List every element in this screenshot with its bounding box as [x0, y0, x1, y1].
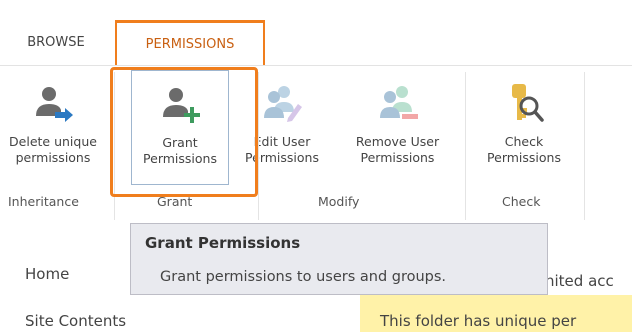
ribbon-divider: [0, 65, 632, 66]
grant-highlight-box: [110, 67, 258, 197]
remove-user-permissions-label: Remove User Permissions: [355, 134, 440, 165]
tooltip-title: Grant Permissions: [145, 234, 301, 252]
check-permissions-button[interactable]: Check Permissions: [470, 70, 578, 185]
users-remove-icon: [379, 86, 418, 119]
users-edit-icon: [264, 86, 302, 122]
tooltip-description: Grant permissions to users and groups.: [160, 269, 447, 285]
group-separator: [584, 72, 585, 220]
group-label-modify: Modify: [318, 194, 360, 209]
notification-text-line2: This folder has unique per: [380, 312, 577, 330]
notification-text-line1: nited acc: [545, 272, 614, 290]
group-separator: [258, 72, 259, 220]
person-arrow-icon: [36, 87, 73, 122]
delete-unique-permissions-button[interactable]: Delete unique permissions: [0, 70, 118, 185]
group-label-check: Check: [502, 194, 541, 209]
tab-browse[interactable]: BROWSE: [0, 20, 112, 65]
nav-home-link[interactable]: Home: [25, 265, 69, 283]
group-label-inheritance: Inheritance: [8, 194, 79, 209]
grant-permissions-tooltip: Grant Permissions Grant permissions to u…: [130, 223, 548, 295]
delete-unique-permissions-label: Delete unique permissions: [9, 134, 97, 165]
nav-site-contents-link[interactable]: Site Contents: [25, 312, 126, 330]
key-magnifier-icon: [512, 84, 544, 122]
remove-user-permissions-button[interactable]: Remove User Permissions: [340, 70, 455, 185]
group-separator: [465, 72, 466, 220]
tab-permissions[interactable]: PERMISSIONS: [115, 20, 265, 65]
check-permissions-label: Check Permissions: [487, 134, 561, 165]
